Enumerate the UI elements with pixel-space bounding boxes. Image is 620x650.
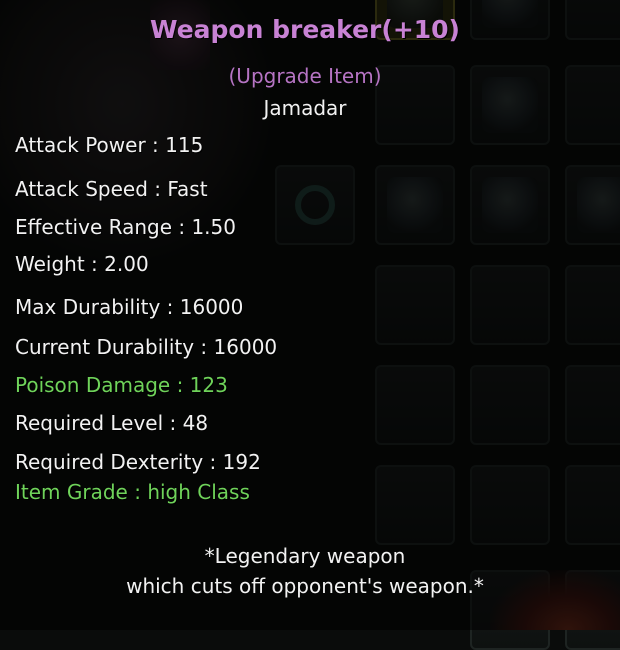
stat-effective-range: Effective Range : 1.50 bbox=[15, 215, 236, 239]
item-description-line: *Legendary weapon bbox=[204, 544, 406, 568]
item-tooltip: Weapon breaker(+10) (Upgrade Item) Jamad… bbox=[0, 0, 620, 630]
item-description-line: which cuts off opponent's weapon.* bbox=[126, 574, 484, 598]
stat-weight: Weight : 2.00 bbox=[15, 252, 149, 276]
item-name: Weapon breaker(+10) bbox=[150, 15, 460, 44]
stat-max-durability: Max Durability : 16000 bbox=[15, 295, 244, 319]
item-type: Jamadar bbox=[263, 96, 347, 120]
stat-item-grade: Item Grade : high Class bbox=[15, 480, 250, 504]
stat-poison-damage: Poison Damage : 123 bbox=[15, 373, 228, 397]
stat-required-dexterity: Required Dexterity : 192 bbox=[15, 450, 261, 474]
stat-attack-power: Attack Power : 115 bbox=[15, 133, 204, 157]
stat-current-durability: Current Durability : 16000 bbox=[15, 335, 278, 359]
stat-attack-speed: Attack Speed : Fast bbox=[15, 177, 208, 201]
item-upgrade-label: (Upgrade Item) bbox=[228, 64, 382, 88]
stat-required-level: Required Level : 48 bbox=[15, 411, 209, 435]
